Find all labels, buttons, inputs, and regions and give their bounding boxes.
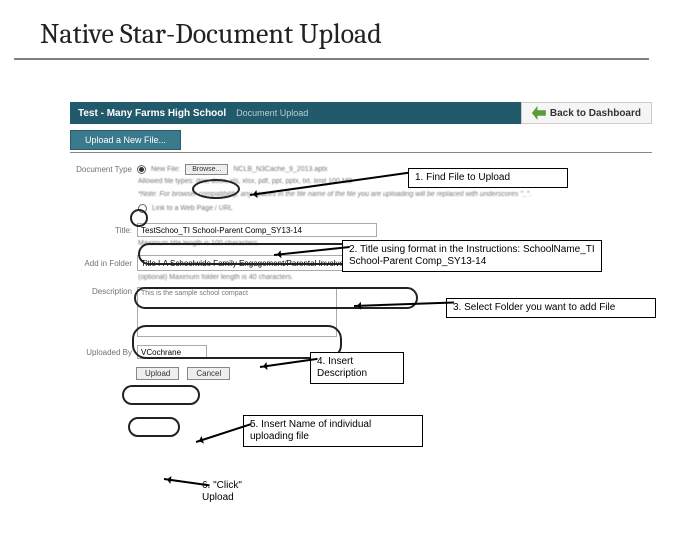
new-file-radio[interactable] [137, 165, 146, 174]
uploaded-by-label: Uploaded By [70, 348, 132, 357]
annotation-2: 2. Title using format in the Instruction… [342, 240, 602, 272]
selected-file-name: NCLB_N3Cache_9_2013.aptx [233, 166, 327, 173]
annotation-4: 4. Insert Description [310, 352, 404, 384]
annotation-6: 6. "Click" Upload [196, 477, 276, 507]
upload-new-file-tab[interactable]: Upload a New File... [70, 130, 181, 150]
optional-note: (optional) Maximum folder length is 40 c… [138, 274, 293, 281]
annotation-5: 5. Insert Name of individual uploading f… [243, 415, 423, 447]
annotation-3: 3. Select Folder you want to add File [446, 298, 656, 318]
description-label: Description [70, 287, 132, 296]
document-type-label: Document Type [70, 165, 132, 174]
link-url-radio[interactable] [138, 204, 147, 213]
upload-button[interactable]: Upload [136, 367, 179, 380]
link-url-label: Link to a Web Page / URL [152, 205, 233, 212]
school-name: Test - Many Farms High School [78, 108, 226, 119]
school-header: Test - Many Farms High School Document U… [70, 102, 521, 124]
title-label: Title: [70, 226, 132, 235]
back-arrow-icon [532, 106, 546, 120]
back-label: Back to Dashboard [550, 108, 641, 119]
uploaded-by-input[interactable] [137, 345, 207, 359]
new-file-label: New File: [151, 166, 180, 173]
compatibility-note: *Note: For browser compatibility, any sp… [138, 191, 531, 198]
folder-label: Add in Folder [70, 259, 132, 268]
title-input[interactable] [137, 223, 377, 237]
cancel-button[interactable]: Cancel [187, 367, 230, 380]
description-textarea[interactable]: This is the sample school compact [137, 287, 337, 337]
browse-button[interactable]: Browse... [185, 164, 228, 175]
allowed-types-label: Allowed file types: doc, docx, xls, xlsx… [138, 178, 352, 185]
max-chars-label: Maximum title length is 100 characters. [138, 240, 259, 247]
breadcrumb: Document Upload [236, 108, 308, 118]
annotation-1: 1. Find File to Upload [408, 168, 568, 188]
page-title: Native Star-Document Upload [14, 0, 649, 60]
back-to-dashboard-button[interactable]: Back to Dashboard [521, 102, 652, 124]
